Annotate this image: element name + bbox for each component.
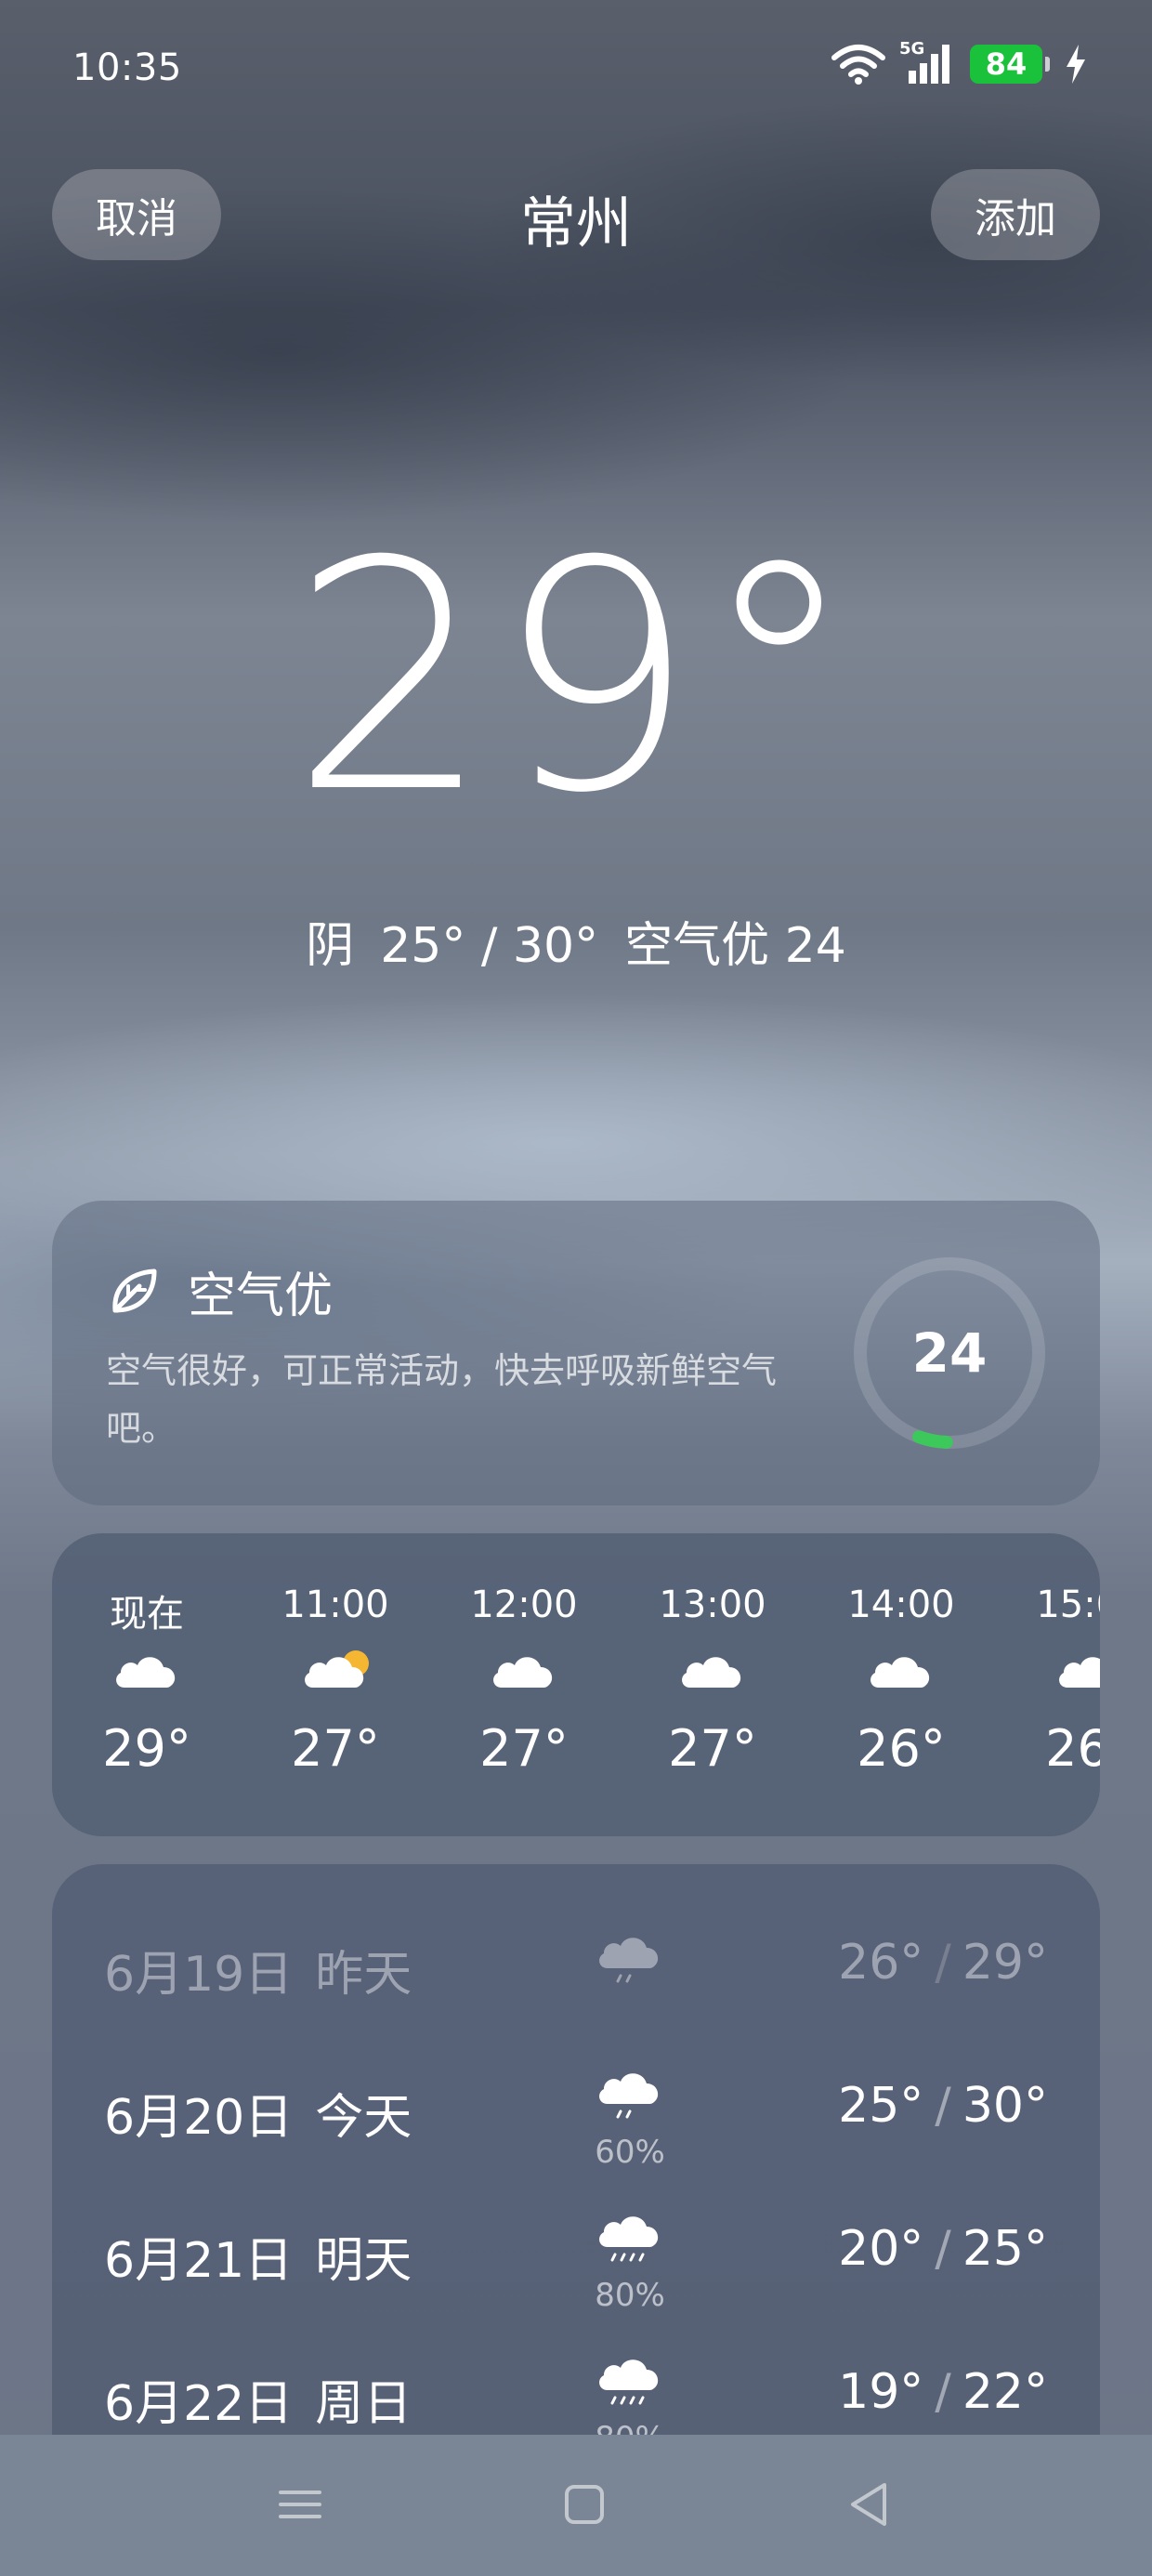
status-time: 10:35	[72, 46, 182, 89]
daily-temp-range: 25°/30°	[838, 2078, 1048, 2134]
current-temperature: 29°	[290, 494, 862, 862]
daily-day-label: 明天	[315, 2233, 412, 2289]
leaf-icon	[112, 1268, 157, 1312]
daily-date: 6月21日 明天	[104, 2221, 412, 2291]
add-button[interactable]: 添加	[931, 169, 1100, 260]
hourly-forecast-card[interactable]: 现在 29° 11:00 27° 12:00 27° 13:00 27° 14:00 26° 15:…	[52, 1533, 1100, 1836]
rain-cloud-icon	[599, 1938, 659, 1983]
hourly-temp: 27°	[479, 1719, 569, 1778]
home-icon[interactable]	[552, 2472, 617, 2537]
cancel-button[interactable]: 取消	[52, 169, 221, 260]
daily-temp-range: 19°/22°	[838, 2364, 1048, 2420]
hourly-temp: 27°	[291, 1719, 380, 1778]
air-quality-header: 空气优	[108, 1256, 333, 1326]
daily-temp-range: 26°/29°	[838, 1935, 1048, 1991]
daily-low: 20°	[838, 2221, 924, 2277]
daily-date-text: 6月19日	[104, 1947, 294, 2003]
daily-temp-range: 20°/25°	[838, 2221, 1048, 2277]
daily-date: 6月22日 周日	[104, 2364, 412, 2434]
cloud-icon	[493, 1657, 553, 1688]
menu-icon[interactable]	[268, 2472, 333, 2537]
battery-level: 84	[985, 46, 1028, 82]
daily-day-label: 周日	[315, 2376, 412, 2432]
air-quality-description: 空气很好，可正常活动，快去呼吸新鲜空气吧。	[106, 1350, 778, 1449]
daily-date-text: 6月22日	[104, 2376, 294, 2432]
hourly-time: 13:00	[659, 1584, 766, 1626]
cloud-icon	[1059, 1657, 1100, 1688]
daily-low: 25°	[838, 2078, 924, 2134]
cloud-icon	[116, 1657, 176, 1688]
weather-summary: 阴 25° / 30° 空气优 24	[0, 906, 1152, 976]
rain-cloud-icon	[599, 2073, 659, 2119]
hourly-time: 现在	[110, 1593, 184, 1636]
status-icons: 5G 84	[831, 39, 1089, 85]
daily-low: 26°	[838, 1935, 924, 1991]
hourly-temp: 27°	[668, 1719, 757, 1778]
hourly-temp: 29°	[102, 1719, 191, 1778]
heavy-rain-cloud-icon	[599, 2216, 659, 2262]
battery-icon: 84	[970, 45, 1050, 84]
back-icon[interactable]	[836, 2472, 901, 2537]
daily-date: 6月20日 今天	[104, 2078, 412, 2148]
daily-day-label: 今天	[315, 2090, 412, 2146]
daily-row[interactable]: 6月20日 今天 60% 25°/30°	[52, 2044, 1100, 2175]
daily-high: 25°	[962, 2221, 1048, 2277]
condition-text: 阴	[306, 918, 355, 974]
daily-day-label: 昨天	[315, 1947, 412, 2003]
city-title: 常州	[520, 191, 632, 256]
hourly-time: 15:00	[1036, 1584, 1100, 1626]
daily-row[interactable]: 6月19日 昨天 26°/29°	[52, 1901, 1100, 2031]
daily-low: 19°	[838, 2364, 924, 2420]
daily-high: 30°	[962, 2078, 1048, 2134]
temp-range: 25° / 30°	[380, 918, 599, 974]
daily-high: 22°	[962, 2364, 1048, 2420]
hourly-time: 14:00	[847, 1584, 955, 1626]
partly-cloudy-icon	[305, 1650, 369, 1688]
precip-chance: 60%	[595, 2134, 665, 2171]
daily-date-text: 6月21日	[104, 2233, 294, 2289]
wifi-icon	[831, 45, 885, 85]
cloud-icon	[682, 1657, 741, 1688]
signal-icon: 5G	[899, 39, 957, 85]
hourly-temp: 26°	[1045, 1719, 1100, 1778]
aqi-value: 24	[911, 1321, 988, 1385]
charging-icon	[1067, 45, 1085, 84]
hourly-time: 11:00	[281, 1584, 389, 1626]
daily-row[interactable]: 6月21日 明天 80% 20°/25°	[52, 2188, 1100, 2318]
precip-chance: 80%	[595, 2277, 665, 2314]
aqi-summary: 空气优 24	[624, 918, 846, 974]
cloud-icon	[871, 1657, 930, 1688]
daily-date: 6月19日 昨天	[104, 1935, 412, 2004]
hourly-temp: 26°	[857, 1719, 946, 1778]
air-quality-title: 空气优	[188, 1268, 334, 1324]
daily-high: 29°	[962, 1935, 1048, 1991]
air-quality-card[interactable]: 空气优 空气很好，可正常活动，快去呼吸新鲜空气吧。 24	[52, 1201, 1100, 1505]
hourly-time: 12:00	[470, 1584, 578, 1626]
daily-date-text: 6月20日	[104, 2090, 294, 2146]
heavy-rain-cloud-icon	[599, 2359, 659, 2405]
